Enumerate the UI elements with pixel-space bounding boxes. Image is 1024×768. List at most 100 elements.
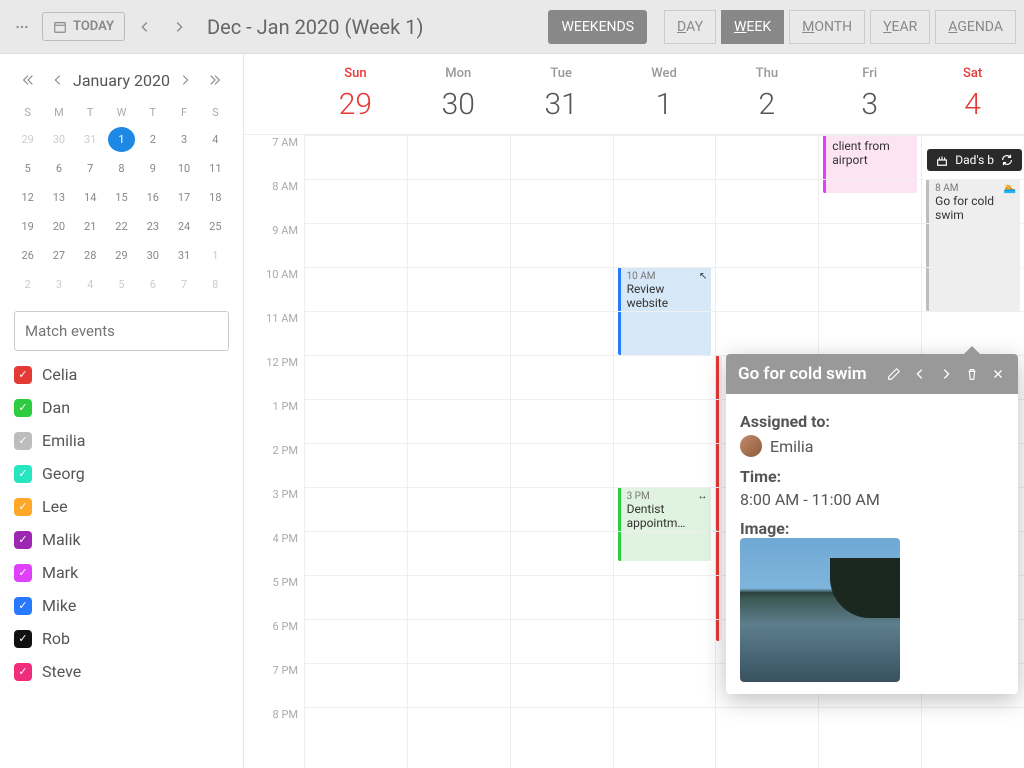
checkbox-icon[interactable]: ✓ [14, 465, 32, 483]
mini-day[interactable]: 31 [170, 243, 197, 268]
mini-day[interactable]: 30 [45, 127, 72, 152]
mini-day[interactable]: 10 [170, 156, 197, 181]
prev-icon[interactable] [131, 13, 159, 41]
resource-list: ✓Celia✓Dan✓Emilia✓Georg✓Lee✓Malik✓Mark✓M… [14, 365, 229, 681]
mini-next-icon[interactable] [171, 66, 199, 94]
mini-calendar[interactable]: SMTWTFS293031123456789101112131415161718… [14, 102, 229, 297]
mini-next-year-icon[interactable] [201, 66, 229, 94]
mini-day[interactable]: 15 [108, 185, 135, 210]
event-image [740, 538, 900, 682]
mini-day[interactable]: 6 [139, 272, 166, 297]
mini-day[interactable]: 23 [139, 214, 166, 239]
resource-item[interactable]: ✓Lee [14, 497, 229, 516]
resource-name: Dan [42, 398, 70, 417]
mini-day[interactable]: 24 [170, 214, 197, 239]
day-header-cell[interactable]: Fri3 [818, 54, 921, 134]
mini-day[interactable]: 7 [77, 156, 104, 181]
mini-day[interactable]: 13 [45, 185, 72, 210]
resource-item[interactable]: ✓Celia [14, 365, 229, 384]
resource-item[interactable]: ✓ Malik [14, 530, 229, 549]
mini-day[interactable]: 11 [202, 156, 229, 181]
resource-item[interactable]: ✓Rob [14, 629, 229, 648]
mini-day[interactable]: 29 [14, 127, 41, 152]
resource-item[interactable]: ✓Emilia [14, 431, 229, 450]
mini-day[interactable]: 30 [139, 243, 166, 268]
week-button[interactable]: WEEK [721, 10, 784, 44]
hour-label: 11 AM [244, 311, 304, 355]
resource-item[interactable]: ✓Mark [14, 563, 229, 582]
resource-name: Malik [42, 530, 81, 549]
resource-item[interactable]: ✓ Georg [14, 464, 229, 483]
mini-day[interactable]: 31 [77, 127, 104, 152]
year-button[interactable]: YEAR [870, 10, 930, 44]
mini-day[interactable]: 29 [108, 243, 135, 268]
checkbox-icon[interactable]: ✓ [14, 399, 32, 417]
mini-day[interactable]: 1 [202, 243, 229, 268]
mini-day[interactable]: 3 [45, 272, 72, 297]
resource-item[interactable]: ✓Steve [14, 662, 229, 681]
mini-day[interactable]: 27 [45, 243, 72, 268]
close-icon[interactable] [990, 366, 1006, 382]
mini-day[interactable]: 9 [139, 156, 166, 181]
mini-prev-year-icon[interactable] [14, 66, 42, 94]
mini-day[interactable]: 5 [108, 272, 135, 297]
mini-day[interactable]: 14 [77, 185, 104, 210]
mini-prev-icon[interactable] [44, 66, 72, 94]
day-button[interactable]: DAY [664, 10, 716, 44]
mini-day[interactable]: 8 [108, 156, 135, 181]
mini-day[interactable]: 28 [77, 243, 104, 268]
resource-item[interactable]: ✓ Mike [14, 596, 229, 615]
checkbox-icon[interactable]: ✓ [14, 630, 32, 648]
checkbox-icon[interactable]: ✓ [14, 564, 32, 582]
birthday-icon [935, 153, 949, 167]
tooltip-prev-icon[interactable] [912, 366, 928, 382]
day-header-cell[interactable]: Sat4 [921, 54, 1024, 134]
month-button[interactable]: MONTH [789, 10, 865, 44]
mini-day[interactable]: 2 [139, 127, 166, 152]
event-tooltip: Go for cold swim Assigned to: Emilia Tim… [726, 354, 1018, 694]
mini-day[interactable]: 3 [170, 127, 197, 152]
today-button[interactable]: TODAY [42, 12, 125, 41]
mini-day[interactable]: 4 [202, 127, 229, 152]
resource-name: Georg [42, 464, 85, 483]
mini-day[interactable]: 16 [139, 185, 166, 210]
mini-day[interactable]: 6 [45, 156, 72, 181]
mini-day[interactable]: 26 [14, 243, 41, 268]
checkbox-icon[interactable]: ✓ [14, 597, 32, 615]
menu-icon[interactable] [8, 13, 36, 41]
checkbox-icon[interactable]: ✓ [14, 366, 32, 384]
weekends-button[interactable]: WEEKENDS [548, 10, 647, 44]
mini-day[interactable]: 2 [14, 272, 41, 297]
checkbox-icon[interactable]: ✓ [14, 663, 32, 681]
mini-day[interactable]: 17 [170, 185, 197, 210]
day-header-cell[interactable]: Mon30 [407, 54, 510, 134]
resource-name: Mike [42, 596, 76, 615]
checkbox-icon[interactable]: ✓ [14, 432, 32, 450]
resource-item[interactable]: ✓ Dan [14, 398, 229, 417]
mini-day[interactable]: 1 [108, 127, 135, 152]
allday-event[interactable]: Dad's b [927, 149, 1022, 171]
tooltip-next-icon[interactable] [938, 366, 954, 382]
day-header-cell[interactable]: Sun29 [304, 54, 407, 134]
agenda-button[interactable]: AGENDA [935, 10, 1016, 44]
checkbox-icon[interactable]: ✓ [14, 498, 32, 516]
mini-day[interactable]: 8 [202, 272, 229, 297]
delete-icon[interactable] [964, 366, 980, 382]
mini-day[interactable]: 7 [170, 272, 197, 297]
mini-day[interactable]: 18 [202, 185, 229, 210]
search-input[interactable] [14, 311, 229, 351]
day-header-cell[interactable]: Tue31 [510, 54, 613, 134]
mini-day[interactable]: 5 [14, 156, 41, 181]
mini-day[interactable]: 22 [108, 214, 135, 239]
mini-day[interactable]: 21 [77, 214, 104, 239]
edit-icon[interactable] [886, 366, 902, 382]
mini-day[interactable]: 19 [14, 214, 41, 239]
mini-day[interactable]: 25 [202, 214, 229, 239]
next-icon[interactable] [165, 13, 193, 41]
checkbox-icon[interactable]: ✓ [14, 531, 32, 549]
mini-day[interactable]: 12 [14, 185, 41, 210]
day-header-cell[interactable]: Wed1 [613, 54, 716, 134]
day-header-cell[interactable]: Thu2 [715, 54, 818, 134]
mini-day[interactable]: 4 [77, 272, 104, 297]
mini-day[interactable]: 20 [45, 214, 72, 239]
